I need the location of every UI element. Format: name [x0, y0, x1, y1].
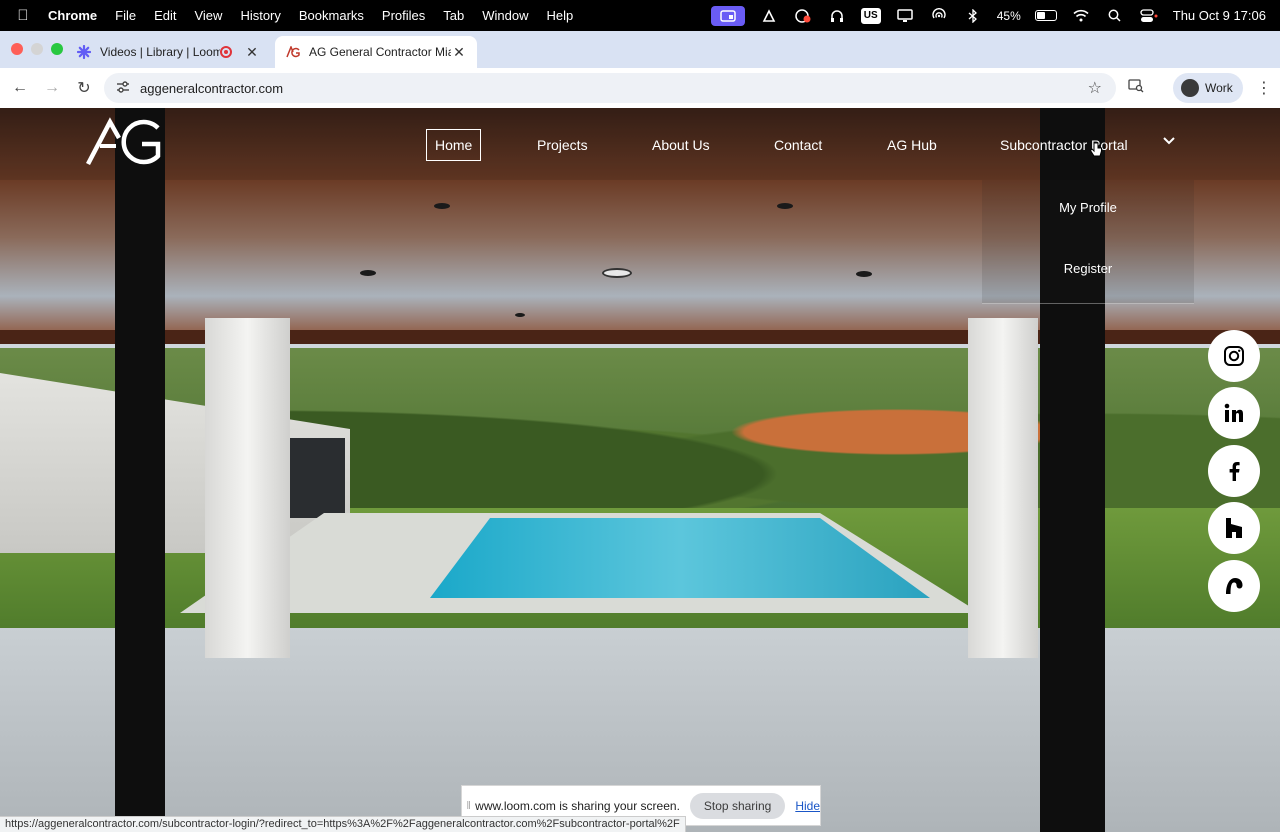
control-center-icon[interactable]: [1139, 8, 1159, 24]
ag-logo-icon[interactable]: [86, 116, 162, 166]
nav-subcontractor-portal[interactable]: Subcontractor Portal: [991, 129, 1137, 161]
menu-app-name[interactable]: Chrome: [46, 8, 106, 23]
dropdown-item-register[interactable]: Register: [982, 261, 1194, 276]
nav-contact[interactable]: Contact: [765, 129, 831, 161]
menu-window[interactable]: Window: [473, 8, 537, 23]
hand-cursor-icon: [1089, 142, 1102, 157]
display-icon[interactable]: [895, 8, 915, 24]
bluetooth-icon[interactable]: [963, 8, 983, 24]
tab-title: Videos | Library | Loom: [100, 45, 220, 59]
input-source-icon[interactable]: US: [860, 7, 881, 24]
window-controls: [11, 43, 63, 55]
menubar-clock[interactable]: Thu Oct 9 17:06: [1173, 8, 1266, 23]
menu-edit[interactable]: Edit: [145, 8, 185, 23]
tab-loom-library[interactable]: Videos | Library | Loom ✕: [66, 36, 270, 68]
menu-view[interactable]: View: [185, 8, 231, 23]
linkedin-icon: [1224, 403, 1243, 422]
facebook-icon: [1229, 462, 1240, 481]
apple-menu-icon[interactable]: : [0, 7, 46, 24]
facebook-button[interactable]: [1208, 445, 1260, 497]
threads-icon: [1226, 578, 1243, 594]
site-info-icon[interactable]: [116, 80, 130, 96]
close-tab-icon[interactable]: ✕: [244, 44, 260, 61]
drag-handle-icon[interactable]: ‖: [462, 800, 475, 812]
browser-tab-strip: Videos | Library | Loom ✕ AG General Con…: [0, 31, 1280, 89]
close-window-button[interactable]: [11, 43, 23, 55]
stop-sharing-button[interactable]: Stop sharing: [689, 792, 786, 819]
nav-ag-hub[interactable]: AG Hub: [878, 129, 946, 161]
tab-ag-general-contractor[interactable]: AG General Contractor Miami ✕: [275, 36, 477, 68]
menu-history[interactable]: History: [231, 8, 289, 23]
browser-toolbar: ← → ↻ aggeneralcontractor.com ☆ Work ⋮: [0, 68, 1280, 108]
hide-link[interactable]: Hide: [795, 799, 820, 813]
threads-button[interactable]: [1208, 560, 1260, 612]
menu-file[interactable]: File: [106, 8, 145, 23]
menu-profiles[interactable]: Profiles: [373, 8, 434, 23]
menu-tab[interactable]: Tab: [434, 8, 473, 23]
wifi-icon[interactable]: [1071, 8, 1091, 24]
chrome-menu-icon[interactable]: ⋮: [1256, 78, 1272, 98]
search-icon[interactable]: [1105, 8, 1125, 24]
share-message: www.loom.com is sharing your screen.: [475, 798, 680, 813]
nav-projects[interactable]: Projects: [528, 129, 597, 161]
ag-favicon-icon: [285, 44, 301, 60]
loom-icon[interactable]: [710, 5, 745, 26]
site-header: Home Projects About Us Contact AG Hub Su…: [0, 108, 1280, 180]
instagram-icon: [1224, 346, 1244, 366]
profile-label: Work: [1205, 81, 1233, 95]
houzz-icon: [1226, 518, 1242, 538]
screen-record-icon[interactable]: [793, 8, 813, 24]
nav-home[interactable]: Home: [426, 129, 482, 161]
chevron-down-icon[interactable]: [1162, 134, 1176, 148]
airdrop-icon[interactable]: [929, 7, 949, 24]
lens-search-icon[interactable]: [1128, 79, 1144, 96]
menu-help[interactable]: Help: [538, 8, 583, 23]
profile-button[interactable]: Work: [1173, 73, 1243, 103]
url-text[interactable]: aggeneralcontractor.com: [140, 81, 1088, 96]
reload-button[interactable]: ↻: [68, 78, 100, 98]
macos-menu-bar:  Chrome File Edit View History Bookmark…: [0, 0, 1280, 31]
battery-percent: 45%: [996, 8, 1021, 23]
page-viewport: Home Projects About Us Contact AG Hub Su…: [0, 108, 1280, 832]
recording-indicator-icon: [220, 46, 232, 58]
nav-about-us[interactable]: About Us: [643, 129, 719, 161]
creative-cloud-icon[interactable]: [759, 8, 779, 24]
tab-title: AG General Contractor Miami: [309, 45, 451, 59]
linkedin-button[interactable]: [1208, 387, 1260, 439]
bookmark-star-icon[interactable]: ☆: [1088, 78, 1102, 98]
address-bar[interactable]: aggeneralcontractor.com ☆: [104, 73, 1116, 103]
subcontractor-portal-dropdown: My Profile Register: [982, 180, 1194, 304]
loom-favicon-icon: [76, 44, 92, 60]
battery-icon[interactable]: [1034, 10, 1057, 21]
close-tab-icon[interactable]: ✕: [451, 44, 467, 61]
zoom-window-button[interactable]: [51, 43, 63, 55]
back-button[interactable]: ←: [4, 79, 36, 97]
dropdown-item-my-profile[interactable]: My Profile: [982, 200, 1194, 215]
menu-bookmarks[interactable]: Bookmarks: [290, 8, 373, 23]
battery-fill: [1036, 12, 1045, 19]
link-status-bubble: https://aggeneralcontractor.com/subcontr…: [0, 816, 686, 832]
instagram-button[interactable]: [1208, 330, 1260, 382]
minimize-window-button[interactable]: [31, 43, 43, 55]
headphones-icon[interactable]: [827, 8, 847, 24]
avatar: [1181, 79, 1199, 97]
houzz-button[interactable]: [1208, 502, 1260, 554]
forward-button[interactable]: →: [36, 79, 68, 97]
